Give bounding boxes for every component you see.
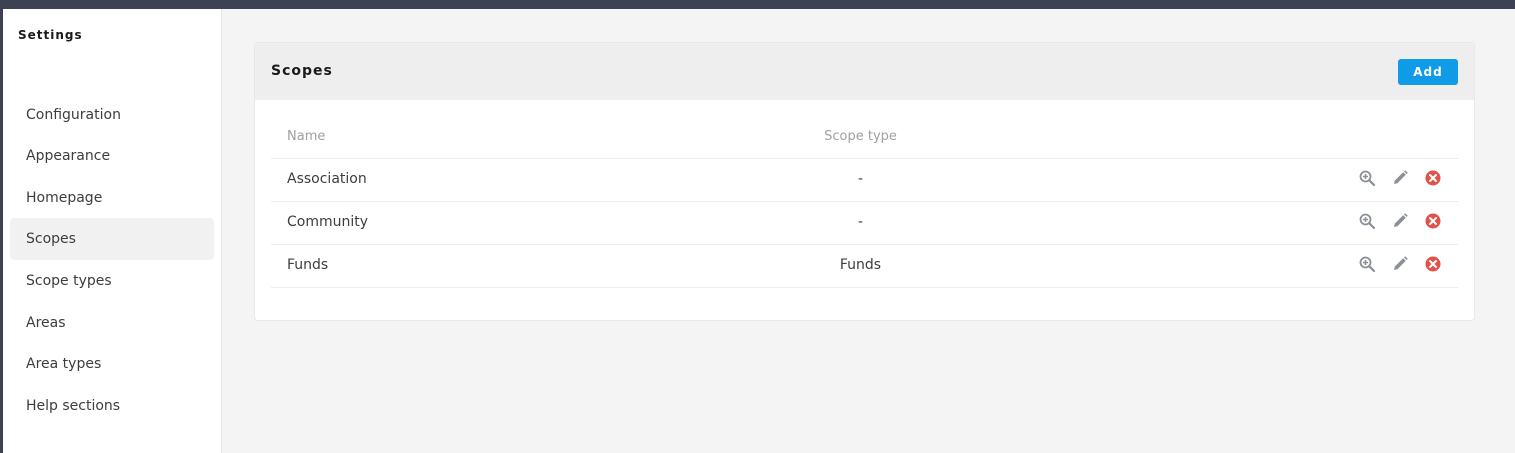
sidebar-item-appearance[interactable]: Appearance [10,135,214,177]
row-name-cell: Funds [287,257,329,273]
row-name-cell: Association [287,171,367,187]
scopes-table: Name Scope type Association - Community … [271,117,1458,288]
sidebar-item-area-types[interactable]: Area types [10,343,214,385]
sidebar-item-scope-types[interactable]: Scope types [10,260,214,302]
add-button[interactable]: Add [1398,59,1458,85]
top-bar [0,0,1515,9]
scopes-card: Scopes Add Name Scope type Association - [254,42,1475,321]
table-header: Name Scope type [271,117,1458,159]
sidebar-item-areas[interactable]: Areas [10,302,214,344]
row-scope-type-cell: - [857,214,864,230]
column-header-scope-type: Scope type [824,129,897,144]
column-header-name: Name [287,129,326,144]
zoom-in-icon[interactable] [1358,255,1376,273]
row-scope-type-cell: - [857,171,864,187]
table-row: Funds Funds [271,245,1458,288]
sidebar-item-scopes[interactable]: Scopes [10,218,214,260]
sidebar-item-help-sections[interactable]: Help sections [10,385,214,427]
pencil-icon[interactable] [1391,169,1409,187]
row-name-cell: Community [287,214,369,230]
pencil-icon[interactable] [1391,212,1409,230]
table-row: Association - [271,159,1458,202]
row-actions [1358,255,1442,273]
sidebar-title: Settings [18,28,83,42]
zoom-in-icon[interactable] [1358,169,1376,187]
row-scope-type-cell: Funds [839,257,882,273]
table-row: Community - [271,202,1458,245]
row-actions [1358,212,1442,230]
card-header: Scopes Add [255,43,1474,100]
page-title: Scopes [271,63,333,79]
sidebar-item-configuration[interactable]: Configuration [10,94,214,136]
settings-sidebar: Settings Configuration Appearance Homepa… [3,9,222,453]
sidebar-item-homepage[interactable]: Homepage [10,177,214,219]
zoom-in-icon[interactable] [1358,212,1376,230]
pencil-icon[interactable] [1391,255,1409,273]
delete-circle-icon[interactable] [1424,169,1442,187]
delete-circle-icon[interactable] [1424,255,1442,273]
delete-circle-icon[interactable] [1424,212,1442,230]
row-actions [1358,169,1442,187]
